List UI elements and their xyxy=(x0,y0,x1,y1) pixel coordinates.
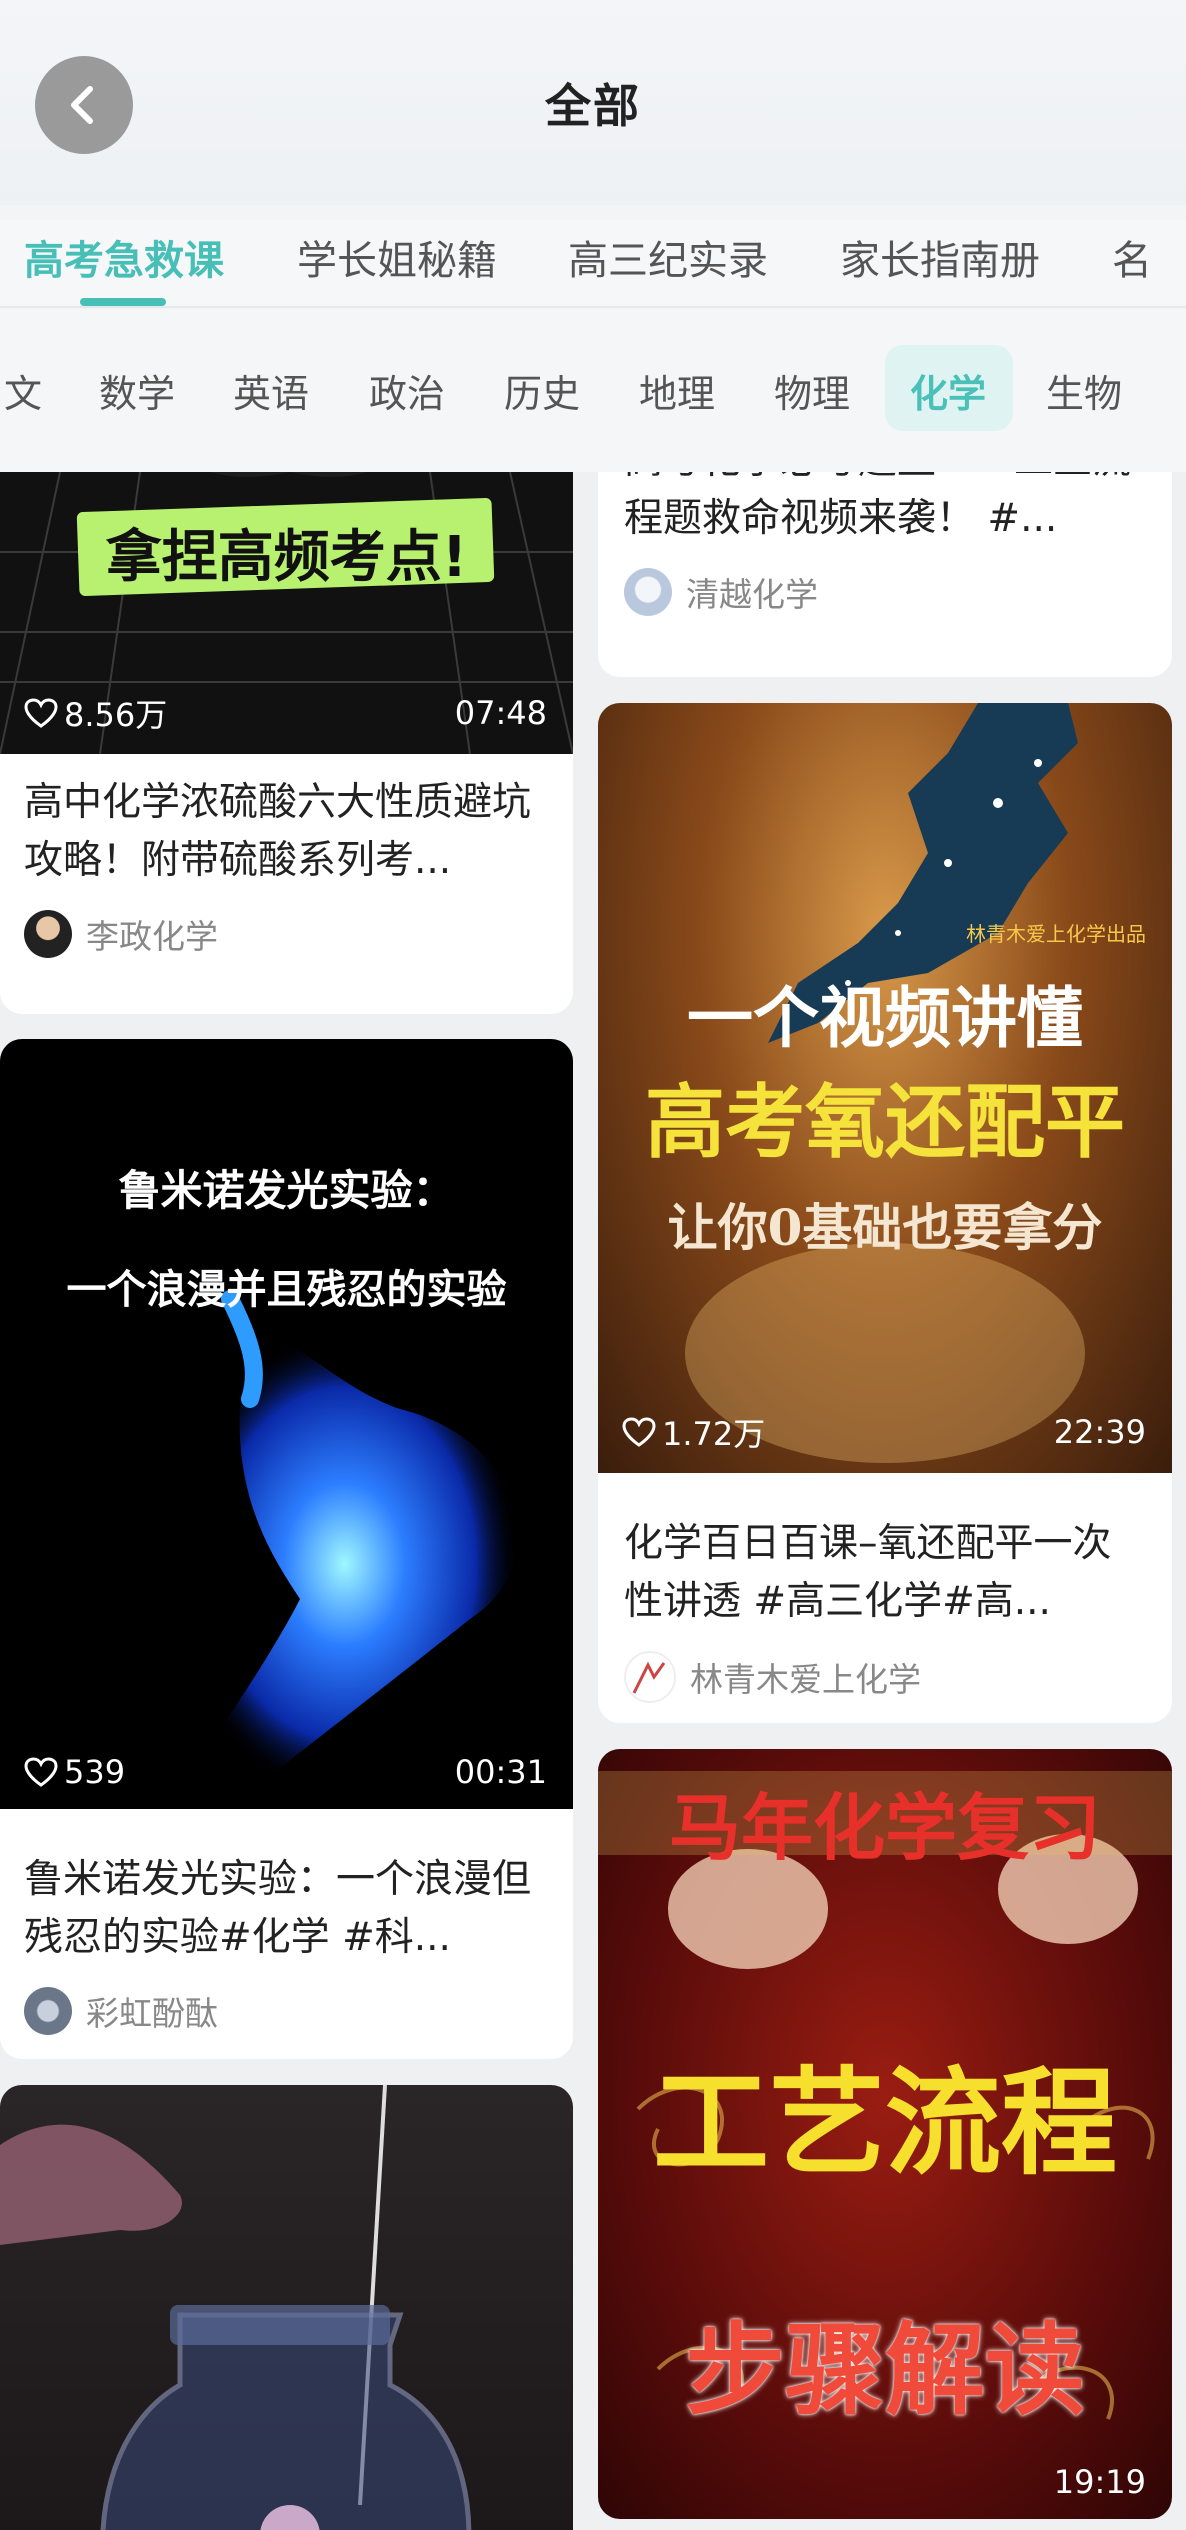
author-name: 林青木爱上化学 xyxy=(690,1660,921,1699)
video-duration: 19:19 xyxy=(1053,2463,1146,2501)
video-title[interactable]: 高中化学浓硫酸六大性质避坑攻略！附带硫酸系列考... xyxy=(24,774,549,890)
subject-tab-math[interactable]: 数学 xyxy=(99,363,175,418)
active-tab-indicator xyxy=(80,298,166,306)
heart-icon xyxy=(24,698,58,728)
video-card[interactable]: 高考化学必考题型——工业流程题救命视频来袭！ #... 清越化学 xyxy=(598,472,1172,677)
subject-tab-bar: 文 数学 英语 政治 历史 地理 物理 化学 生物 xyxy=(0,310,1186,472)
thumbnail-stats: 19:19 xyxy=(622,2463,1146,2501)
thumbnail-caption: 马年化学复习 xyxy=(668,1786,1101,1870)
video-card[interactable]: 鲁米诺发光实验： 一个浪漫并且残忍的实验 539 00:31 鲁米诺发光实验：一… xyxy=(0,1039,573,2059)
subject-tab-english[interactable]: 英语 xyxy=(233,363,309,418)
lab-flask-illustration xyxy=(0,2085,472,2530)
avatar xyxy=(624,1651,676,1703)
author-info[interactable]: 李政化学 xyxy=(24,910,218,958)
top-header: 全部 xyxy=(0,0,1186,205)
video-thumbnail: 林青木爱上化学出品 一个视频讲懂 高考氧还配平 让你0基础也要拿分 1.72万 … xyxy=(598,703,1172,1473)
thumbnail-stats: 1.72万 22:39 xyxy=(622,1409,1146,1455)
subject-tab-chinese[interactable]: 文 xyxy=(4,363,42,418)
thumbnail-headline: 工艺流程 xyxy=(653,2056,1117,2191)
author-info[interactable]: 林青木爱上化学 xyxy=(624,1651,921,1703)
subject-tab-history[interactable]: 历史 xyxy=(504,363,580,418)
video-card[interactable]: 拿捏高频考点! 8.56万 07:48 高中化学浓硫酸六大性质避坑攻略！附带硫酸… xyxy=(0,472,573,1014)
thumbnail-caption: 一个视频讲懂 xyxy=(687,980,1083,1057)
heart-icon xyxy=(622,1417,656,1447)
author-name: 彩虹酚酞 xyxy=(86,1994,218,2033)
page-title: 全部 xyxy=(545,79,641,133)
video-title[interactable]: 鲁米诺发光实验：一个浪漫但残忍的实验#化学 #科... xyxy=(24,1851,549,1967)
sketch-icon xyxy=(632,1661,666,1694)
thumbnail-headline: 高考氧还配平 xyxy=(645,1076,1125,1169)
video-card[interactable]: 林青木爱上化学出品 一个视频讲懂 高考氧还配平 让你0基础也要拿分 1.72万 … xyxy=(598,703,1172,1723)
author-info[interactable]: 彩虹酚酞 xyxy=(24,1987,218,2035)
thumbnail-caption: 拿捏高频考点! xyxy=(105,525,468,590)
avatar xyxy=(24,1987,72,2035)
video-duration: 22:39 xyxy=(1053,1413,1146,1451)
video-thumbnail: 鲁米诺发光实验： 一个浪漫并且残忍的实验 539 00:31 xyxy=(0,1039,573,1809)
subject-tab-chemistry[interactable]: 化学 xyxy=(910,363,986,418)
subject-tab-physics[interactable]: 物理 xyxy=(774,363,850,418)
tab-senior-tips[interactable]: 学长姐秘籍 xyxy=(297,228,497,286)
subject-tab-politics[interactable]: 政治 xyxy=(369,363,445,418)
subject-tab-geography[interactable]: 地理 xyxy=(639,363,715,418)
category-tab-bar: 高考急救课 学长姐秘籍 高三纪实录 家长指南册 名 xyxy=(0,220,1186,308)
author-name: 李政化学 xyxy=(86,917,218,956)
channel-watermark: 林青木爱上化学出品 xyxy=(966,922,1146,946)
like-count: 1.72万 xyxy=(622,1409,765,1455)
thumbnail-subcaption: 步骤解读 xyxy=(685,2312,1085,2429)
thumbnail-stats: 539 00:31 xyxy=(24,1753,547,1791)
thumbnail-subcaption: 让你0基础也要拿分 xyxy=(667,1198,1103,1257)
avatar xyxy=(624,568,672,616)
video-thumbnail: 拿捏高频考点! 8.56万 07:48 xyxy=(0,472,573,754)
video-duration: 07:48 xyxy=(454,694,547,732)
subject-tab-biology[interactable]: 生物 xyxy=(1046,363,1122,418)
tab-gaokao-rescue[interactable]: 高考急救课 xyxy=(24,228,224,286)
author-info[interactable]: 清越化学 xyxy=(624,568,818,616)
video-title[interactable]: 化学百日百课–氧还配平一次性讲透 #高三化学#高... xyxy=(624,1515,1148,1631)
tab-parent-guide[interactable]: 家长指南册 xyxy=(840,228,1040,286)
like-count: 8.56万 xyxy=(24,690,167,736)
video-feed: 拿捏高频考点! 8.56万 07:48 高中化学浓硫酸六大性质避坑攻略！附带硫酸… xyxy=(0,472,1186,2530)
author-name: 清越化学 xyxy=(686,575,818,614)
thumbnail-caption: 鲁米诺发光实验： xyxy=(118,1166,455,1215)
avatar xyxy=(24,910,72,958)
thumbnail-subcaption: 一个浪漫并且残忍的实验 xyxy=(66,1266,507,1313)
video-thumbnail: 马年化学复习 工艺流程 步骤解读 19:19 xyxy=(598,1749,1172,2519)
video-card[interactable]: 马年化学复习 工艺流程 步骤解读 19:19 xyxy=(598,1749,1172,2519)
heart-icon xyxy=(24,1757,58,1787)
tab-senior-records[interactable]: 高三纪实录 xyxy=(568,228,768,286)
thumbnail-stats: 8.56万 07:48 xyxy=(24,690,547,736)
video-thumbnail xyxy=(0,2085,573,2530)
video-duration: 00:31 xyxy=(454,1753,547,1791)
video-title[interactable]: 高考化学必考题型——工业流程题救命视频来袭！ #... xyxy=(624,472,1148,548)
like-count: 539 xyxy=(24,1753,125,1791)
glow-illustration xyxy=(170,1290,520,1799)
tab-more[interactable]: 名 xyxy=(1112,228,1152,286)
video-card[interactable] xyxy=(0,2085,573,2530)
